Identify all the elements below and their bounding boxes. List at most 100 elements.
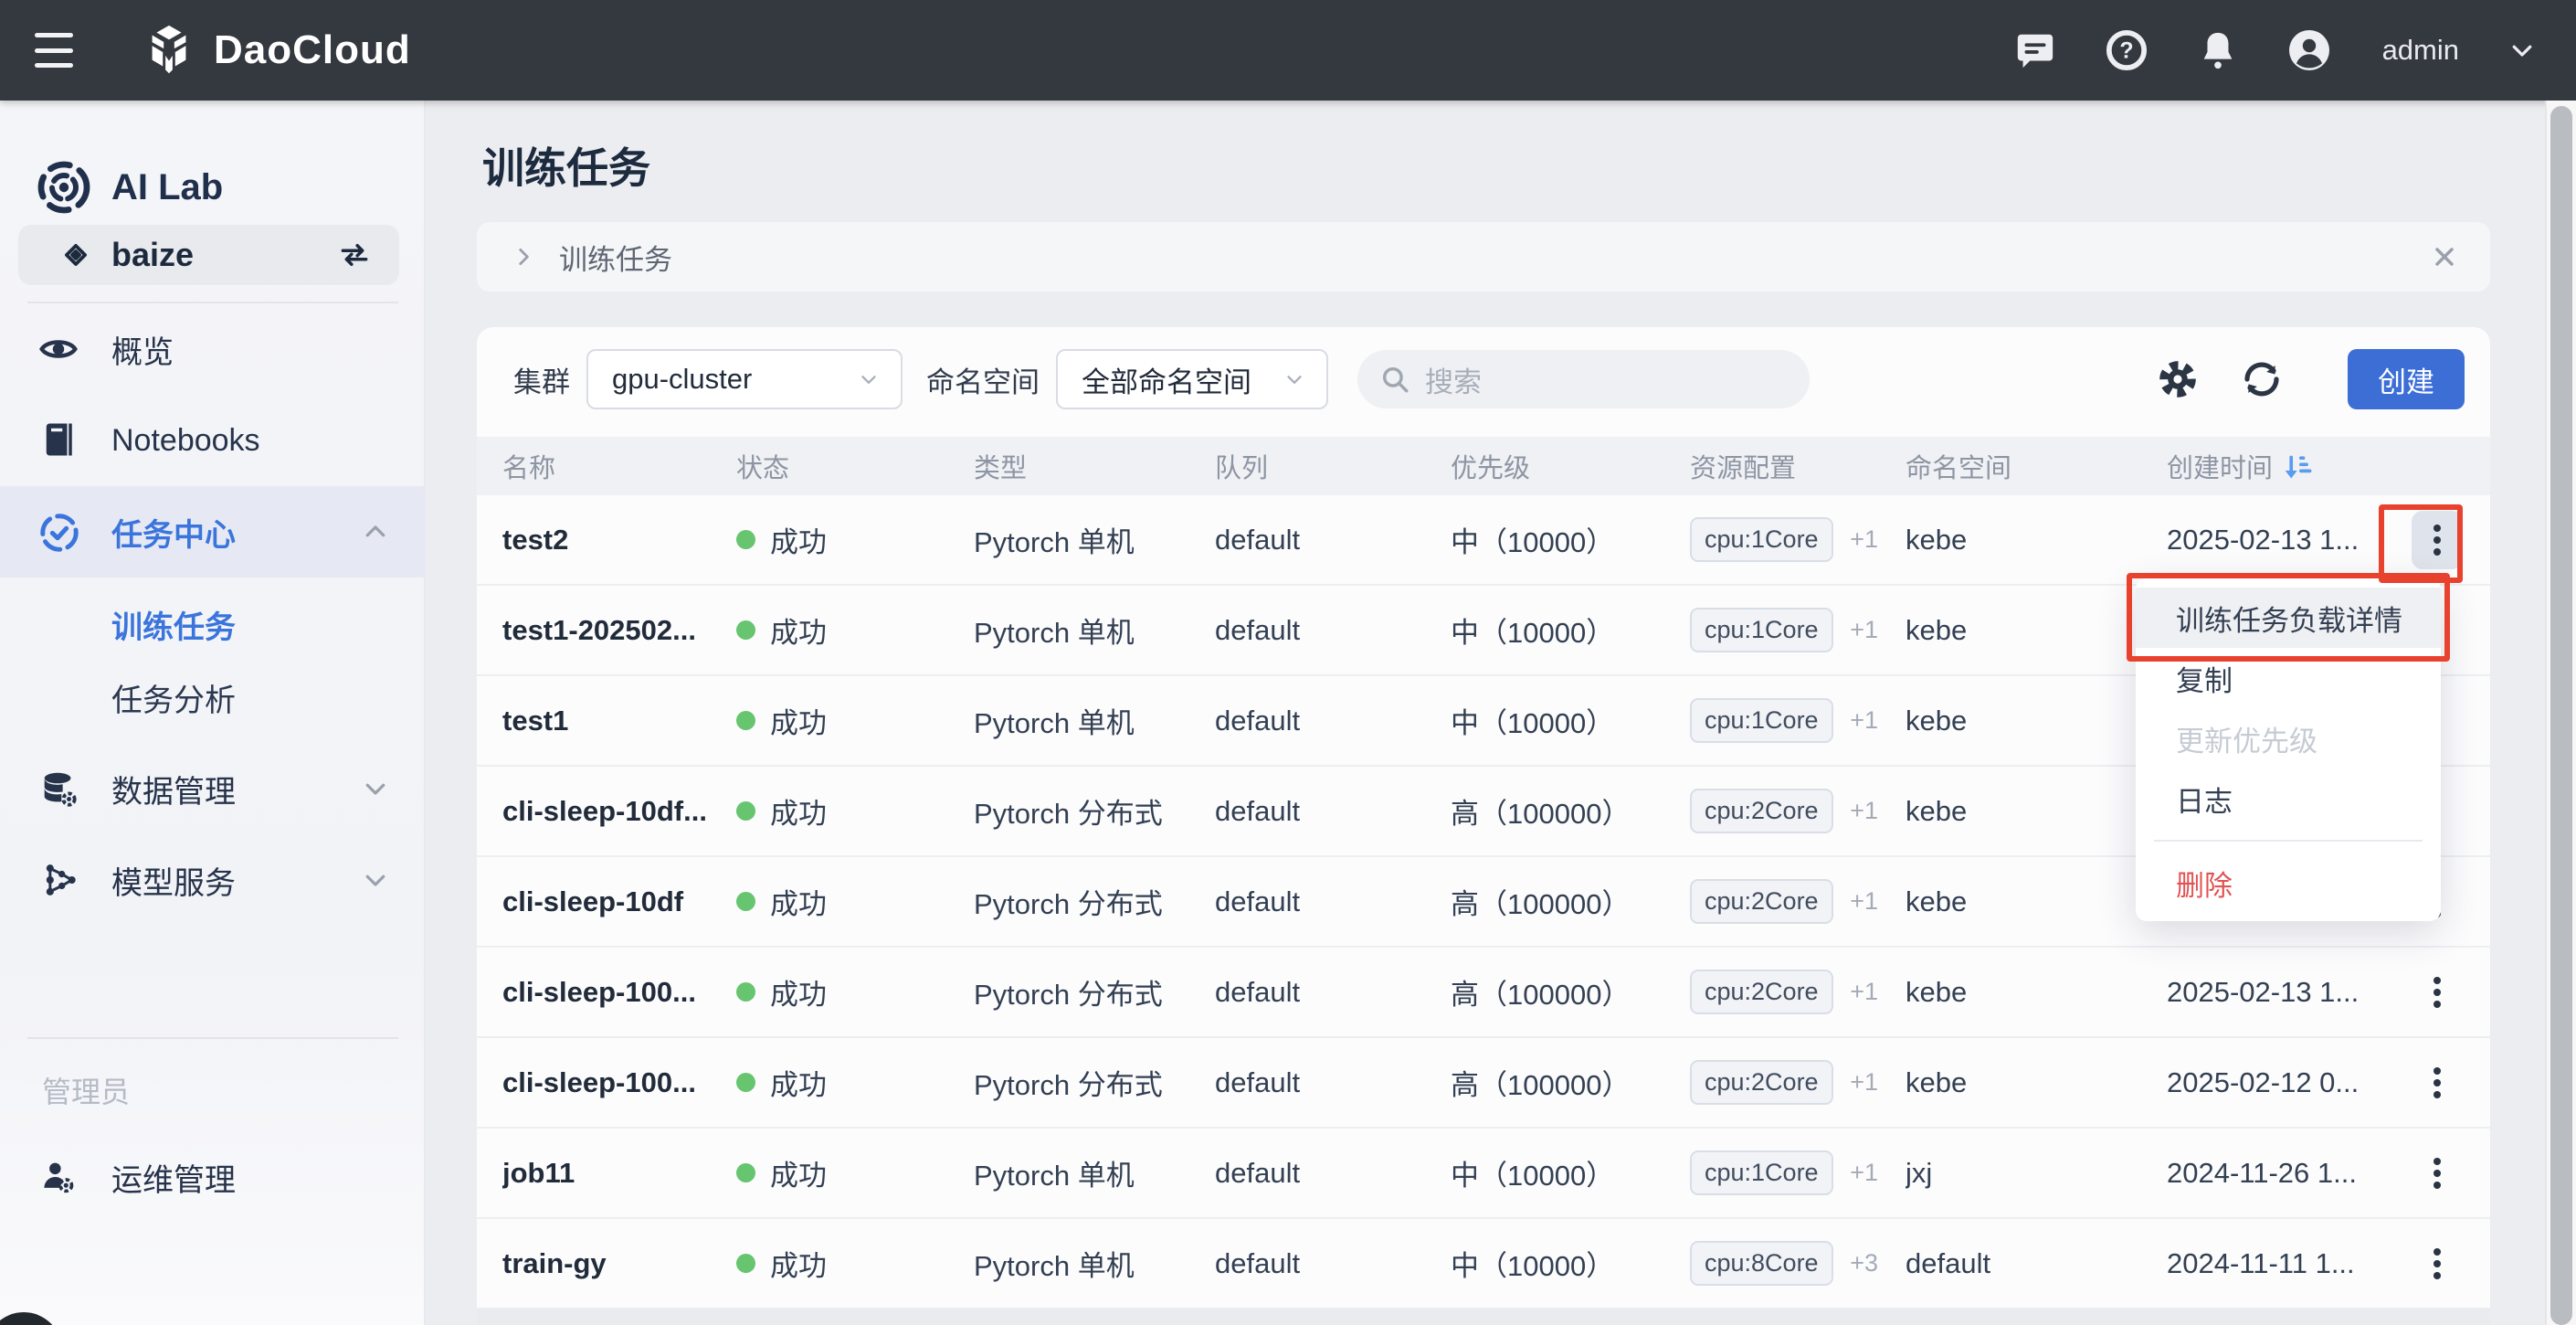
resource-extra-count[interactable]: +3 — [1850, 1249, 1878, 1277]
help-icon[interactable]: ? — [2105, 28, 2148, 72]
status-cell: 成功 — [736, 519, 974, 560]
menu-item[interactable]: 复制 — [2136, 648, 2441, 708]
row-actions-kebab-icon[interactable] — [2412, 1144, 2463, 1203]
resource-extra-count[interactable]: +1 — [1850, 525, 1878, 553]
job-name[interactable]: test2 — [502, 524, 736, 556]
job-queue: default — [1215, 614, 1451, 647]
search-input[interactable]: 搜索 — [1357, 350, 1810, 408]
resource-badge: cpu:2Core — [1690, 970, 1833, 1014]
sidebar-item-model-services[interactable]: 模型服务 — [0, 834, 426, 926]
resource-badge: cpu:1Core — [1690, 517, 1833, 562]
job-type: Pytorch 分布式 — [974, 971, 1215, 1012]
sidebar-item-overview[interactable]: 概览 — [0, 303, 426, 395]
daocloud-cube-icon — [141, 22, 197, 79]
status-dot — [736, 892, 755, 911]
actions-cell — [2412, 963, 2490, 1022]
sidebar-divider — [27, 1037, 398, 1039]
chevron-down-icon[interactable] — [2507, 28, 2538, 72]
chevron-down-icon[interactable] — [362, 866, 389, 894]
workspace-name: baize — [111, 236, 194, 274]
status-dot — [736, 711, 755, 730]
menu-hamburger-icon[interactable] — [35, 33, 77, 68]
sort-descending-icon[interactable] — [2284, 450, 2315, 482]
chevron-right-icon[interactable] — [512, 245, 535, 269]
table-row[interactable]: train-gy 成功 Pytorch 单机 default 中（10000） … — [477, 1219, 2490, 1309]
table-row[interactable]: cli-sleep-100... 成功 Pytorch 分布式 default … — [477, 1038, 2490, 1129]
resource-cell: cpu:2Core +1 — [1690, 1060, 1906, 1105]
breadcrumb-item[interactable]: 训练任务 — [559, 237, 672, 278]
job-name[interactable]: cli-sleep-100... — [502, 976, 736, 1009]
job-namespace: kebe — [1906, 1066, 2167, 1099]
column-header-priority[interactable]: 优先级 — [1451, 447, 1690, 485]
resource-extra-count[interactable]: +1 — [1850, 887, 1878, 915]
resource-extra-count[interactable]: +1 — [1850, 1159, 1878, 1186]
workspace-selector[interactable]: baize — [18, 225, 399, 285]
table-row[interactable]: cli-sleep-100... 成功 Pytorch 分布式 default … — [477, 948, 2490, 1038]
status-text: 成功 — [770, 881, 827, 922]
chevron-down-icon[interactable] — [362, 775, 389, 802]
job-name[interactable]: cli-sleep-10df — [502, 885, 736, 918]
table-row[interactable]: test2 成功 Pytorch 单机 default 中（10000） cpu… — [477, 495, 2490, 586]
sidebar-item-notebooks[interactable]: Notebooks — [0, 395, 426, 486]
menu-item: 更新优先级 — [2136, 708, 2441, 768]
column-header-queue[interactable]: 队列 — [1215, 447, 1451, 485]
sidebar-item-task-center[interactable]: 任务中心 — [0, 486, 426, 578]
gear-icon[interactable] — [2154, 355, 2201, 403]
bell-icon[interactable] — [2196, 28, 2240, 72]
chevron-up-icon[interactable] — [362, 518, 389, 546]
column-header-name[interactable]: 名称 — [502, 447, 736, 485]
status-dot — [736, 982, 755, 1002]
column-header-resource[interactable]: 资源配置 — [1690, 447, 1906, 485]
resource-extra-count[interactable]: +1 — [1850, 797, 1878, 824]
job-name[interactable]: train-gy — [502, 1247, 736, 1280]
sidebar-item-ops-management[interactable]: 运维管理 — [0, 1131, 426, 1223]
menu-item[interactable]: 日志 — [2136, 768, 2441, 829]
status-dot — [736, 1254, 755, 1273]
book-icon — [38, 420, 79, 461]
resource-extra-count[interactable]: +1 — [1850, 706, 1878, 734]
sidebar-subitem-training-jobs[interactable]: 训练任务 — [0, 588, 426, 661]
resource-extra-count[interactable]: +1 — [1850, 1068, 1878, 1096]
status-cell: 成功 — [736, 1152, 974, 1193]
resource-extra-count[interactable]: +1 — [1850, 978, 1878, 1005]
job-name[interactable]: test1-202502... — [502, 614, 736, 647]
status-text: 成功 — [770, 1062, 827, 1103]
job-name[interactable]: job11 — [502, 1157, 736, 1190]
resource-badge: cpu:2Core — [1690, 879, 1833, 924]
cluster-label: 集群 — [513, 359, 570, 400]
sidebar-subitem-task-analysis[interactable]: 任务分析 — [0, 661, 426, 734]
menu-item[interactable]: 训练任务负载详情 — [2136, 588, 2441, 648]
row-actions-kebab-icon[interactable] — [2412, 1054, 2463, 1112]
avatar[interactable] — [2287, 28, 2331, 72]
column-header-type[interactable]: 类型 — [974, 447, 1215, 485]
column-header-status[interactable]: 状态 — [736, 447, 974, 485]
column-header-namespace[interactable]: 命名空间 — [1906, 447, 2167, 485]
create-button[interactable]: 创建 — [2348, 349, 2465, 409]
actions-cell — [2412, 511, 2490, 569]
refresh-icon[interactable] — [2238, 355, 2286, 403]
table-row[interactable]: job11 成功 Pytorch 单机 default 中（10000） cpu… — [477, 1129, 2490, 1219]
job-name[interactable]: cli-sleep-100... — [502, 1066, 736, 1099]
namespace-select[interactable]: 全部命名空间 — [1056, 349, 1328, 409]
row-actions-kebab-icon[interactable] — [2412, 1235, 2463, 1293]
vertical-scrollbar[interactable] — [2545, 101, 2576, 1325]
column-header-created[interactable]: 创建时间 — [2167, 447, 2412, 485]
close-icon[interactable] — [2430, 242, 2459, 271]
job-priority: 中（10000） — [1451, 1243, 1690, 1284]
row-actions-kebab-icon[interactable] — [2412, 511, 2463, 569]
topbar-actions: ? admin — [2013, 28, 2576, 72]
message-icon[interactable] — [2013, 28, 2057, 72]
workspace-switch-icon[interactable] — [337, 238, 372, 272]
job-name[interactable]: test1 — [502, 705, 736, 737]
brand-logo[interactable]: DaoCloud — [141, 22, 411, 79]
user-name[interactable]: admin — [2382, 34, 2459, 67]
resource-extra-count[interactable]: +1 — [1850, 616, 1878, 643]
sidebar-item-label: 数据管理 — [111, 767, 236, 811]
sidebar-item-data-management[interactable]: 数据管理 — [0, 743, 426, 834]
scrollbar-thumb[interactable] — [2550, 106, 2572, 1325]
status-text: 成功 — [770, 700, 827, 741]
row-actions-kebab-icon[interactable] — [2412, 963, 2463, 1022]
cluster-select[interactable]: gpu-cluster — [586, 349, 903, 409]
job-name[interactable]: cli-sleep-10df... — [502, 795, 736, 828]
menu-item[interactable]: 删除 — [2136, 853, 2441, 913]
